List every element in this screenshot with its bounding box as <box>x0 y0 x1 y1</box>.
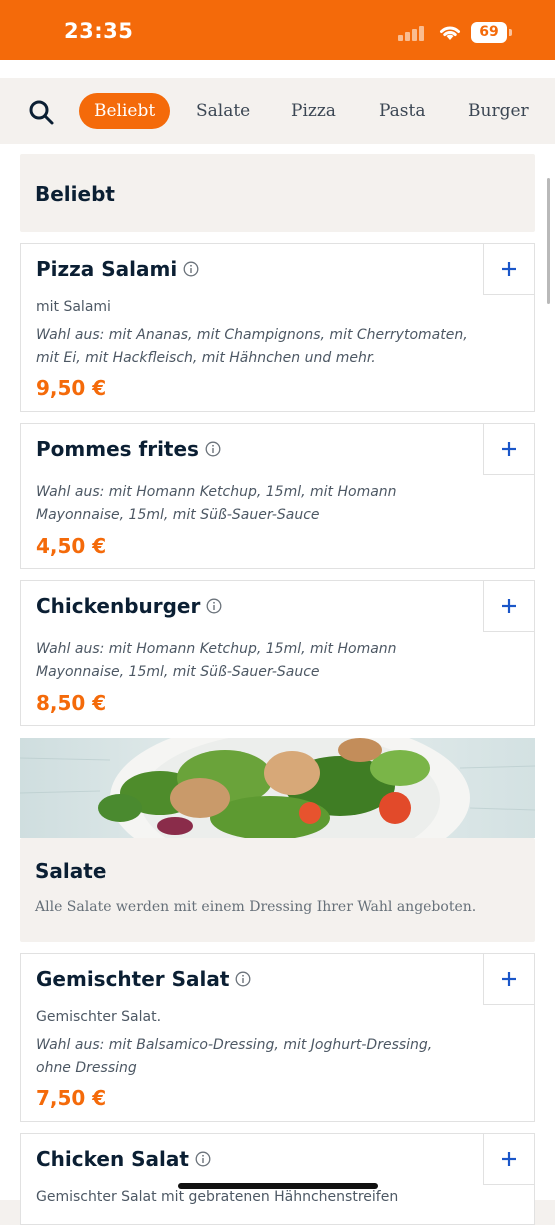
status-bar: 23:35 69 <box>0 0 555 60</box>
tab-pasta[interactable]: Pasta <box>379 93 426 129</box>
menu-item-gemischter-salat[interactable]: Gemischter Salat Gemischter Salat. Wahl … <box>20 953 535 1122</box>
menu-item-pommes-frites[interactable]: Pommes frites Wahl aus: mit Homann Ketch… <box>20 423 535 569</box>
add-button[interactable] <box>483 953 535 1005</box>
item-options-line: Mayonnaise, 15ml, mit Süß-Sauer-Sauce <box>36 507 320 523</box>
item-subtitle: Gemischter Salat mit gebratenen Hähnchen… <box>36 1189 399 1205</box>
plus-icon <box>502 442 516 456</box>
info-icon[interactable] <box>205 441 221 457</box>
item-name-text: Chickenburger <box>36 594 201 618</box>
info-icon[interactable] <box>183 261 199 277</box>
item-price: 9,50 € <box>36 376 107 400</box>
tab-beliebt[interactable]: Beliebt <box>79 93 171 129</box>
item-name-text: Pizza Salami <box>36 257 178 281</box>
section-description: Alle Salate werden mit einem Dressing Ih… <box>35 899 477 915</box>
item-name: Pommes frites <box>36 437 221 461</box>
section-header-beliebt: Beliebt <box>20 154 535 232</box>
plus-icon <box>502 1152 516 1166</box>
info-icon[interactable] <box>235 971 251 987</box>
battery-tip <box>509 29 512 36</box>
scrollbar[interactable] <box>547 178 550 304</box>
item-name: Chickenburger <box>36 594 222 618</box>
menu-item-pizza-salami[interactable]: Pizza Salami mit Salami Wahl aus: mit An… <box>20 243 535 412</box>
plus-icon <box>502 262 516 276</box>
section-header-salate: Salate Alle Salate werden mit einem Dres… <box>20 838 535 942</box>
salad-banner-image <box>20 738 535 838</box>
menu-item-chicken-salat[interactable]: Chicken Salat Gemischter Salat mit gebra… <box>20 1133 535 1225</box>
section-title: Beliebt <box>35 182 115 206</box>
add-button[interactable] <box>483 580 535 632</box>
tab-pizza[interactable]: Pizza <box>291 93 336 129</box>
item-options-line: Wahl aus: mit Ananas, mit Champignons, m… <box>36 327 468 343</box>
item-options-line: Wahl aus: mit Homann Ketchup, 15ml, mit … <box>36 484 397 500</box>
info-icon[interactable] <box>206 598 222 614</box>
item-options-line: Wahl aus: mit Balsamico-Dressing, mit Jo… <box>36 1037 433 1053</box>
header-spacer <box>0 60 555 78</box>
battery-level: 69 <box>479 24 499 40</box>
menu-item-chickenburger[interactable]: Chickenburger Wahl aus: mit Homann Ketch… <box>20 580 535 726</box>
info-icon[interactable] <box>195 1151 211 1167</box>
item-options: Wahl aus: mit Ananas, mit Champignons, m… <box>36 324 476 370</box>
plus-icon <box>502 972 516 986</box>
item-options: Wahl aus: mit Homann Ketchup, 15ml, mit … <box>36 481 476 527</box>
add-button[interactable] <box>483 423 535 475</box>
add-button[interactable] <box>483 243 535 295</box>
item-options-line: Wahl aus: mit Homann Ketchup, 15ml, mit … <box>36 641 397 657</box>
plus-icon <box>502 599 516 613</box>
item-options: Wahl aus: mit Balsamico-Dressing, mit Jo… <box>36 1034 476 1080</box>
item-name: Pizza Salami <box>36 257 199 281</box>
item-subtitle: Gemischter Salat. <box>36 1009 162 1025</box>
item-price: 8,50 € <box>36 691 107 715</box>
item-name-text: Pommes frites <box>36 437 199 461</box>
category-nav: Beliebt Salate Pizza Pasta Burger <box>0 78 555 144</box>
item-price: 7,50 € <box>36 1086 107 1110</box>
search-icon[interactable] <box>26 97 58 129</box>
item-name: Chicken Salat <box>36 1147 211 1171</box>
salad-illustration <box>20 738 535 838</box>
item-options-line: mit Ei, mit Hackfleisch, mit Hähnchen un… <box>36 350 376 366</box>
wifi-icon <box>440 26 460 40</box>
item-options: Wahl aus: mit Homann Ketchup, 15ml, mit … <box>36 638 476 684</box>
cellular-signal-icon <box>398 25 428 41</box>
item-name-text: Gemischter Salat <box>36 967 230 991</box>
item-name-text: Chicken Salat <box>36 1147 189 1171</box>
tab-burger[interactable]: Burger <box>468 93 529 129</box>
add-button[interactable] <box>483 1133 535 1185</box>
item-price: 4,50 € <box>36 534 107 558</box>
tab-salate[interactable]: Salate <box>196 93 250 129</box>
home-indicator[interactable] <box>178 1183 378 1189</box>
battery-icon: 69 <box>471 22 507 43</box>
item-options-line: Mayonnaise, 15ml, mit Süß-Sauer-Sauce <box>36 664 320 680</box>
section-title: Salate <box>35 859 107 883</box>
item-name: Gemischter Salat <box>36 967 251 991</box>
item-options-line: ohne Dressing <box>36 1060 137 1076</box>
item-subtitle: mit Salami <box>36 299 111 315</box>
status-time: 23:35 <box>64 19 134 43</box>
